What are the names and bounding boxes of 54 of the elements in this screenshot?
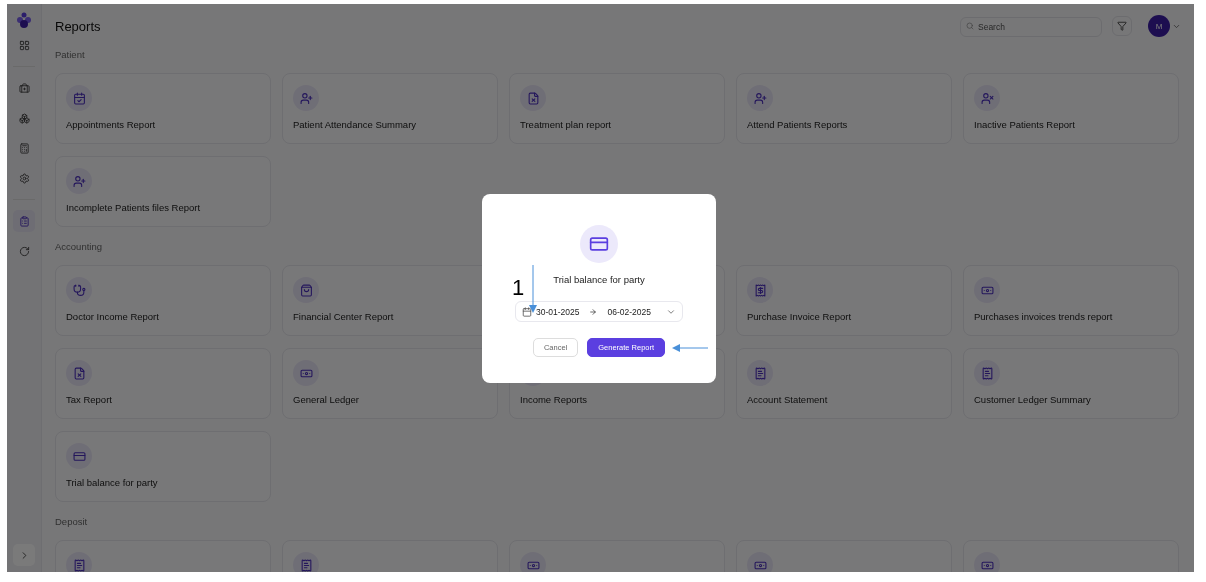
clipboard-icon[interactable] <box>13 210 35 232</box>
report-icon <box>66 168 92 194</box>
report-card[interactable]: Purchase Invoice Report <box>736 265 952 336</box>
report-card[interactable]: Incomplete Patients files Report <box>55 156 271 227</box>
report-card[interactable]: Tax Report <box>55 348 271 419</box>
date-range-field[interactable]: 30-01-2025 06-02-2025 <box>515 301 683 322</box>
filter-icon <box>1117 21 1127 31</box>
report-icon <box>747 85 773 111</box>
report-card[interactable]: Account Statement <box>736 348 952 419</box>
arrow-right-icon <box>589 307 598 316</box>
report-icon <box>520 85 546 111</box>
report-icon <box>974 360 1000 386</box>
report-icon <box>293 85 319 111</box>
report-card[interactable]: Trial balance for party <box>55 431 271 502</box>
report-icon <box>66 277 92 303</box>
user-avatar[interactable]: M <box>1148 15 1170 37</box>
report-icon <box>747 360 773 386</box>
annotation-arrow <box>529 264 537 313</box>
credit-card-icon <box>580 225 618 263</box>
report-card[interactable]: Customer Ledger Summary <box>963 348 1179 419</box>
report-icon <box>293 277 319 303</box>
annotation-arrow <box>672 344 709 352</box>
report-icon <box>293 360 319 386</box>
report-icon <box>974 552 1000 572</box>
report-card[interactable]: General Ledger <box>282 348 498 419</box>
page-title: Reports <box>55 18 102 34</box>
calendar-icon <box>522 306 532 317</box>
filter-button[interactable] <box>1112 16 1132 36</box>
report-icon <box>66 552 92 572</box>
report-icon <box>66 443 92 469</box>
report-icon <box>293 552 319 572</box>
section-title: Accounting <box>55 240 102 254</box>
section-title: Patient <box>55 48 85 62</box>
report-icon <box>747 552 773 572</box>
report-icon <box>66 360 92 386</box>
search-icon <box>966 22 974 30</box>
annotation-number: 1 <box>512 276 525 300</box>
report-card[interactable]: Appointments Report <box>55 73 271 144</box>
dialog-title: Trial balance for party <box>553 274 645 285</box>
report-icon <box>747 277 773 303</box>
section-title: Deposit <box>55 515 88 529</box>
report-card[interactable]: Doctor Income Report <box>55 265 271 336</box>
report-icon <box>520 552 546 572</box>
search-field[interactable]: Search <box>960 17 1102 37</box>
logo-icon <box>16 12 32 30</box>
report-card[interactable]: Inactive Patients Report <box>963 73 1179 144</box>
report-card[interactable]: Patient Attendance Summary <box>282 73 498 144</box>
report-icon <box>974 85 1000 111</box>
report-card[interactable]: Purchases invoices trends report <box>963 265 1179 336</box>
report-card[interactable]: Treatment plan report <box>509 73 725 144</box>
expand-button[interactable] <box>13 544 35 566</box>
report-icon <box>974 277 1000 303</box>
report-card[interactable]: Attend Patients Reports <box>736 73 952 144</box>
report-icon <box>66 85 92 111</box>
